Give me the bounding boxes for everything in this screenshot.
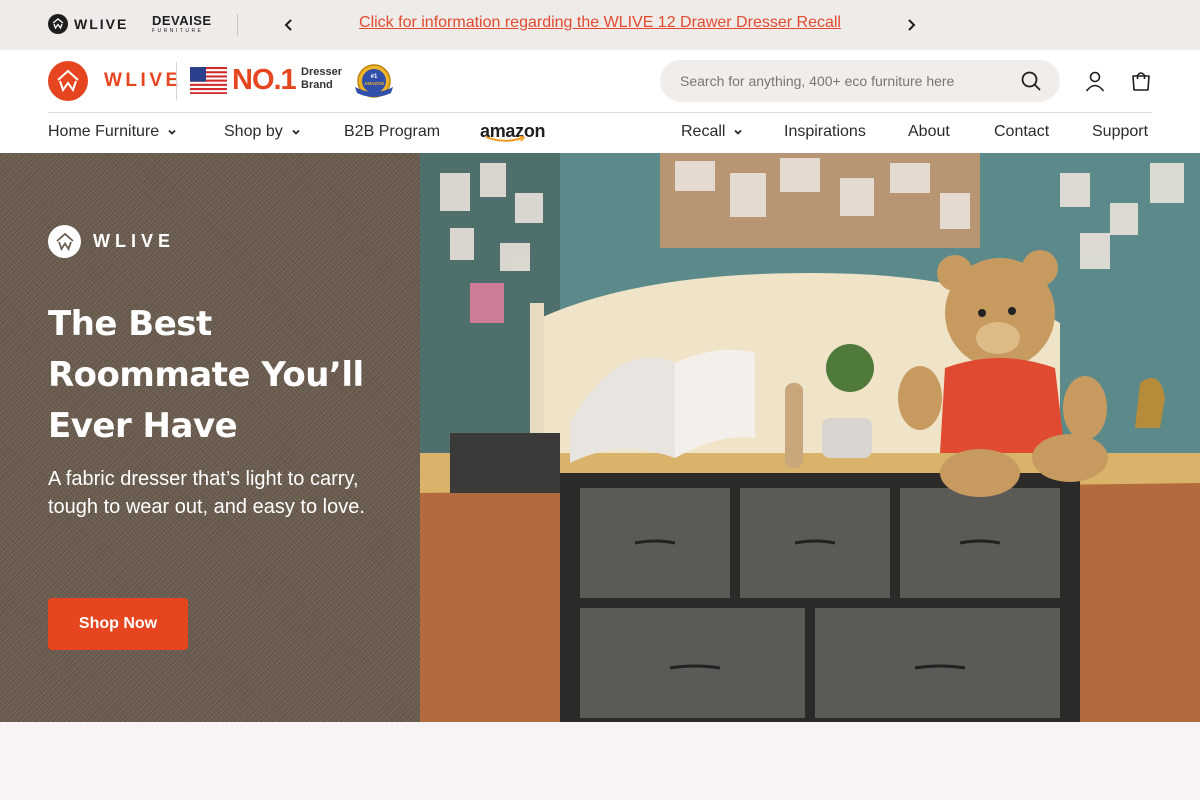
- hero-image: [420, 153, 1200, 722]
- nav-inspirations[interactable]: Inspirations: [784, 123, 866, 141]
- nav-label: Support: [1092, 123, 1149, 140]
- shop-now-button[interactable]: Shop Now: [48, 598, 188, 650]
- hero-subtitle: A fabric dresser that’s light to carry, …: [48, 468, 365, 518]
- amazon-badge-icon: #1 AMAZON: [355, 64, 393, 98]
- cart-icon[interactable]: [1130, 70, 1152, 92]
- devaise-brand-link[interactable]: DEVAISE FURNITURE: [152, 13, 212, 35]
- wlive-brand-label: WLIVE: [74, 16, 129, 32]
- wlive-house-icon: [48, 225, 81, 258]
- nav-about[interactable]: About: [908, 123, 950, 141]
- site-header: WLIVE NO.1 Dresser Brand #1 AMAZON: [0, 50, 1200, 113]
- announcement-next-button[interactable]: [901, 15, 921, 35]
- account-icon[interactable]: [1084, 70, 1106, 92]
- search-icon[interactable]: [1020, 70, 1042, 92]
- recall-announcement-link[interactable]: Click for information regarding the WLIV…: [300, 14, 900, 32]
- chevron-right-icon: [908, 19, 916, 31]
- wlive-home-logo[interactable]: WLIVE: [48, 61, 182, 101]
- chevron-down-icon: [734, 129, 743, 135]
- search-bar: [660, 60, 1060, 102]
- devaise-brand-sublabel: FURNITURE: [152, 28, 204, 34]
- hero-title: The Best Roommate You’ll Ever Have: [48, 304, 364, 446]
- search-input[interactable]: [680, 60, 1020, 102]
- chevron-down-icon: [168, 129, 176, 135]
- divider: [237, 14, 238, 36]
- nav-shop-by[interactable]: Shop by: [224, 123, 301, 141]
- hero-text-panel: WLIVE The Best Roommate You’ll Ever Have…: [0, 153, 420, 722]
- badge-rank: #1: [371, 74, 378, 80]
- amazon-smile-icon: [485, 136, 526, 142]
- wlive-brand-link[interactable]: WLIVE: [48, 14, 128, 34]
- nav-label: Shop by: [224, 123, 283, 140]
- nav-home-furniture[interactable]: Home Furniture: [48, 123, 177, 141]
- nav-contact[interactable]: Contact: [994, 123, 1049, 141]
- us-flag-icon: [190, 67, 227, 94]
- hero-logo: WLIVE: [48, 225, 175, 258]
- hero-logo-wordmark: WLIVE: [93, 231, 175, 251]
- nav-support[interactable]: Support: [1092, 123, 1148, 141]
- nav-label: Contact: [994, 123, 1050, 140]
- wlive-house-icon: [48, 61, 88, 101]
- nav-label: Recall: [681, 123, 726, 140]
- main-nav: Home Furniture Shop by B2B Program amazo…: [0, 113, 1200, 153]
- devaise-brand-label: DEVAISE: [152, 13, 212, 28]
- nav-label: Inspirations: [784, 123, 866, 140]
- nav-recall[interactable]: Recall: [681, 123, 743, 141]
- dresser-brand-label: Dresser Brand: [301, 66, 342, 92]
- chevron-left-icon: [284, 19, 292, 31]
- dresser-brand-line1: Dresser: [301, 66, 342, 78]
- chevron-down-icon: [292, 129, 300, 135]
- dresser-brand-line2: Brand: [301, 79, 333, 91]
- nav-label: B2B Program: [344, 123, 441, 140]
- wlive-logo-icon: [48, 14, 68, 34]
- no1-claim: NO.1: [232, 64, 297, 96]
- nav-label: About: [908, 123, 950, 140]
- page-body: [0, 722, 1200, 800]
- nav-label: Home Furniture: [48, 123, 160, 140]
- nav-b2b-program[interactable]: B2B Program: [344, 123, 440, 141]
- divider: [176, 62, 177, 100]
- logo-wordmark: WLIVE: [104, 70, 182, 91]
- badge-label: AMAZON: [364, 81, 384, 86]
- nav-amazon-link[interactable]: amazon: [480, 121, 546, 142]
- announcement-prev-button[interactable]: [279, 15, 299, 35]
- announcement-bar: WLIVE DEVAISE FURNITURE Click for inform…: [0, 0, 1200, 50]
